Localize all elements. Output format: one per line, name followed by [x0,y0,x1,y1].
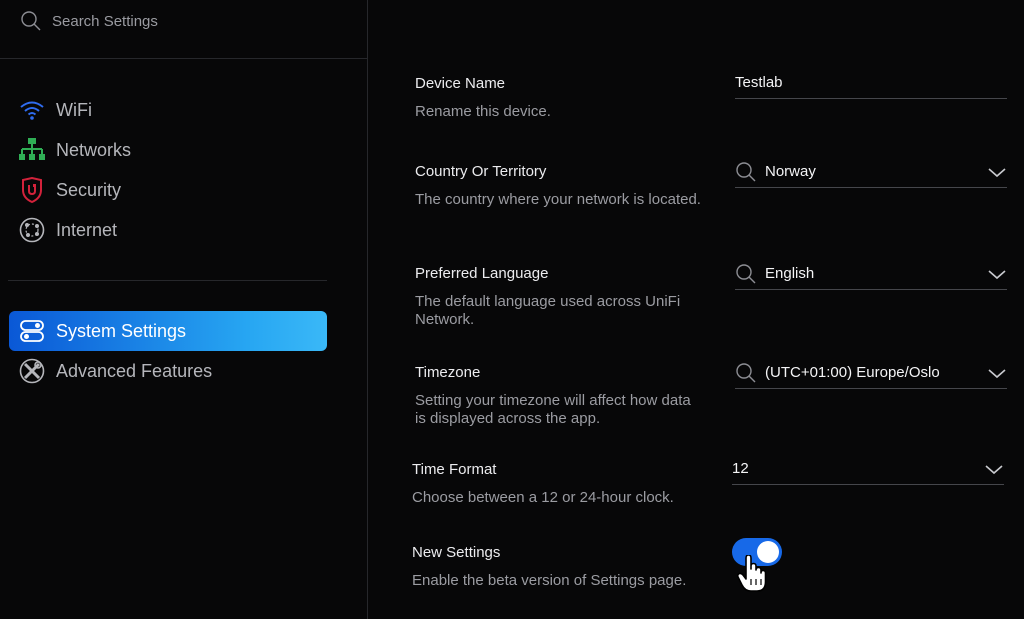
setting-description: Choose between a 12 or 24-hour clock. [412,489,674,506]
divider [8,280,327,281]
sidebar-item-security[interactable]: Security [9,170,327,210]
timezone-select[interactable]: (UTC+01:00) Europe/Oslo [735,357,1007,389]
timezone-value: (UTC+01:00) Europe/Oslo [765,364,940,381]
sidebar-item-label: Advanced Features [56,360,213,381]
time-format-value: 12 [732,460,749,477]
chevron-down-icon[interactable] [984,462,1004,476]
country-value: Norway [765,163,816,180]
sidebar-item-label: WiFi [56,99,92,120]
search-icon [736,263,756,283]
search-icon [736,362,756,382]
chevron-down-icon[interactable] [987,165,1007,179]
setting-title: New Settings [412,544,501,561]
wifi-icon [19,97,45,123]
sidebar-item-advanced-features[interactable]: Advanced Features [9,351,327,391]
setting-description: The default language used across UniFi N… [415,293,681,328]
sidebar-item-wifi[interactable]: WiFi [9,90,327,130]
setting-title: Device Name [415,75,506,92]
sidebar-item-label: Networks [56,139,132,160]
hand-cursor-icon [737,555,767,592]
country-select[interactable]: Norway [735,156,1007,188]
globe-icon [19,217,45,243]
divider [0,58,367,59]
setting-description: Setting your timezone will affect how da… [415,392,691,427]
sidebar-item-networks[interactable]: Networks [9,130,327,170]
shield-icon [19,177,45,203]
time-format-select[interactable]: 12 [732,453,1004,485]
search-icon [21,11,41,31]
toggle-switches-icon [19,318,45,344]
sidebar-item-system-settings[interactable]: System Settings [9,311,327,351]
chevron-down-icon[interactable] [987,267,1007,281]
settings-panel: Device Name Rename this device. Testlab … [369,0,1024,619]
setting-title: Country Or Territory [415,163,547,180]
setting-title: Timezone [415,364,481,381]
sidebar-item-label: Security [56,179,122,200]
tools-icon [19,358,45,384]
language-value: English [765,265,815,282]
search-bar[interactable] [20,8,340,34]
search-input[interactable] [52,12,322,30]
sidebar-item-label: System Settings [56,320,187,341]
device-name-field[interactable]: Testlab [735,67,1007,99]
setting-description: Rename this device. [415,103,551,120]
setting-title: Time Format [412,461,497,478]
setting-description: The country where your network is locate… [415,191,701,208]
sidebar: WiFi Networks Security [0,0,368,619]
setting-description: Enable the beta version of Settings page… [412,572,687,589]
language-select[interactable]: English [735,258,1007,290]
sidebar-item-label: Internet [56,219,118,240]
network-topology-icon [19,137,45,163]
search-icon [736,161,756,181]
sidebar-item-internet[interactable]: Internet [9,210,327,250]
setting-title: Preferred Language [415,265,549,282]
chevron-down-icon[interactable] [987,366,1007,380]
device-name-value[interactable]: Testlab [735,74,783,91]
